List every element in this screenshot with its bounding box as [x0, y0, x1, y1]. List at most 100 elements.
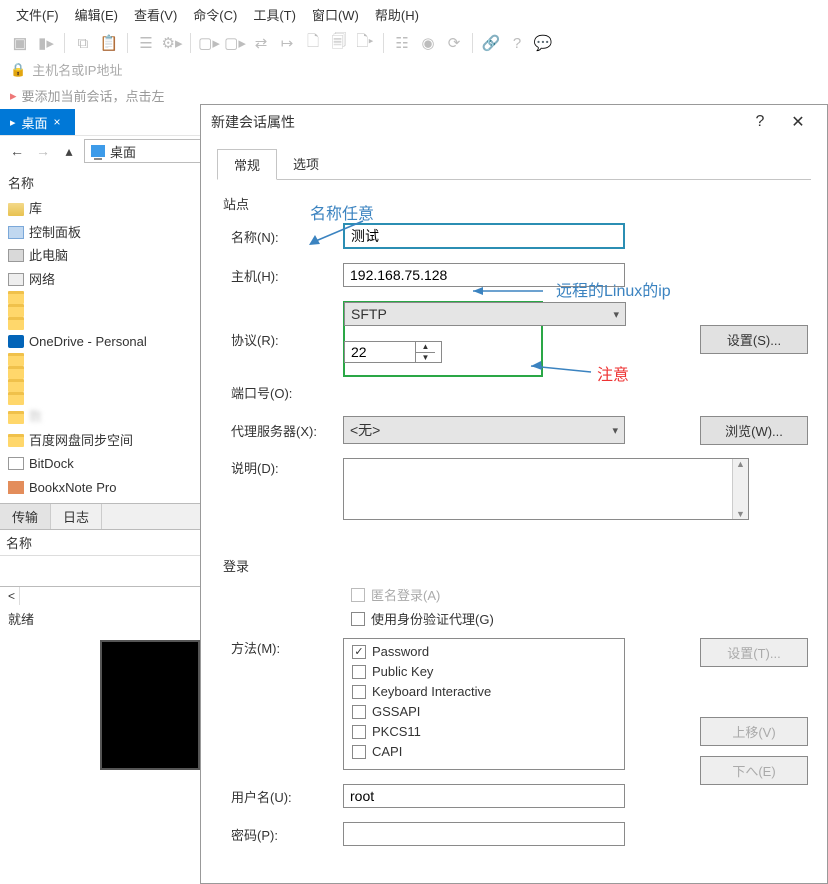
tab-options[interactable]: 选项: [277, 149, 335, 179]
docs-icon[interactable]: 🗐: [329, 33, 349, 53]
password-input[interactable]: [343, 822, 625, 846]
tree-item[interactable]: [4, 353, 194, 366]
tree-item[interactable]: 数: [4, 405, 194, 428]
help-button[interactable]: ?: [741, 113, 779, 131]
host-input[interactable]: [343, 263, 625, 287]
back-icon[interactable]: ←: [6, 140, 28, 162]
menu-help[interactable]: 帮助(H): [367, 2, 427, 27]
auth-method-item[interactable]: Public Key: [352, 664, 616, 679]
tree-item[interactable]: [4, 317, 194, 330]
tree-item[interactable]: BookxNote Pro: [4, 476, 194, 499]
chat-icon[interactable]: 💬: [533, 33, 553, 53]
menu-window[interactable]: 窗口(W): [304, 2, 367, 27]
checkbox-icon: [351, 588, 365, 602]
use-agent-check[interactable]: 使用身份验证代理(G): [351, 609, 805, 628]
tree-item[interactable]: [4, 304, 194, 317]
close-button[interactable]: ✕: [779, 112, 817, 132]
tree-item[interactable]: OneDrive - Personal: [4, 330, 194, 353]
send-icon[interactable]: ↦: [277, 33, 297, 53]
tree-item[interactable]: 库: [4, 197, 194, 220]
auth-method-label: Password: [372, 644, 429, 659]
tree-item-label: 此电脑: [29, 244, 68, 267]
row-protocol: 协议(R): SFTP ▾ ▲▼ 设置(S)...: [223, 301, 805, 377]
tree-item[interactable]: 控制面板: [4, 221, 194, 244]
tree-item[interactable]: [4, 291, 194, 304]
file-icon: [8, 481, 24, 494]
auth-method-item[interactable]: GSSAPI: [352, 704, 616, 719]
tree-item[interactable]: 网络: [4, 268, 194, 291]
label-method: 方法(M):: [223, 638, 343, 657]
close-icon[interactable]: ×: [54, 115, 61, 129]
file-tree: 名称 库控制面板此电脑网络 OneDrive - Personal 数百度网盘同…: [0, 166, 194, 503]
copy-icon[interactable]: ⧉: [73, 33, 93, 53]
desktop-tab[interactable]: ▸ 桌面 ×: [0, 109, 75, 135]
desktop-icon: [91, 145, 105, 157]
agent-label: 使用身份验证代理(G): [371, 609, 494, 628]
desc-textarea[interactable]: ▲▼: [343, 458, 749, 520]
new-icon[interactable]: ▣: [10, 33, 30, 53]
record-icon[interactable]: ▢▸: [225, 33, 245, 53]
forward-icon[interactable]: →: [32, 140, 54, 162]
file-icon: [8, 335, 24, 348]
paste-icon[interactable]: 📋: [99, 33, 119, 53]
label-username: 用户名(U):: [223, 787, 343, 806]
tab-transfer[interactable]: 传输: [0, 504, 51, 529]
terminal-panel[interactable]: [100, 640, 200, 770]
chevron-down-icon: ▾: [612, 424, 618, 437]
column-header-name[interactable]: 名称: [4, 170, 194, 197]
tree-item[interactable]: BitDock: [4, 452, 194, 475]
settings-button[interactable]: 设置(S)...: [700, 325, 808, 354]
separator: [190, 33, 191, 53]
anon-login-check[interactable]: 匿名登录(A): [351, 585, 805, 604]
path-label: 桌面: [110, 142, 136, 161]
row-host: 主机(H):: [223, 263, 805, 287]
auth-method-item[interactable]: CAPI: [352, 744, 616, 759]
tool-icon[interactable]: ☰: [136, 33, 156, 53]
tree-item[interactable]: 百度网盘同步空间: [4, 429, 194, 452]
link-icon[interactable]: 🔗: [481, 33, 501, 53]
help-icon[interactable]: ?: [507, 33, 527, 53]
auth-method-item[interactable]: ✓Password: [352, 644, 616, 659]
doc-icon[interactable]: 🗋: [303, 33, 323, 53]
dialog-tabs: 常规 选项: [217, 149, 811, 180]
auth-method-list[interactable]: ✓Password Public Key Keyboard Interactive G…: [343, 638, 625, 770]
list-icon[interactable]: ☷: [392, 33, 412, 53]
name-input[interactable]: [343, 223, 625, 249]
section-title-login: 登录: [223, 556, 805, 575]
up-icon[interactable]: ▴: [58, 140, 80, 162]
refresh-icon[interactable]: ⟳: [444, 33, 464, 53]
tab-general[interactable]: 常规: [217, 149, 277, 180]
menu-edit[interactable]: 编辑(E): [67, 2, 126, 27]
auth-method-item[interactable]: Keyboard Interactive: [352, 684, 616, 699]
tree-item[interactable]: [4, 379, 194, 392]
address-input[interactable]: 主机名或IP地址: [32, 60, 122, 79]
page-icon[interactable]: 🗋▸: [355, 33, 375, 53]
menu-view[interactable]: 查看(V): [126, 2, 185, 27]
move-down-button: 下へ(E): [700, 756, 808, 785]
tab-log[interactable]: 日志: [51, 504, 102, 529]
tree-item[interactable]: [4, 392, 194, 405]
file-icon: [8, 353, 24, 366]
swirl-icon[interactable]: ◉: [418, 33, 438, 53]
tree-item-label: 数: [29, 405, 42, 428]
scrollbar[interactable]: ▲▼: [732, 459, 748, 519]
protocol-select[interactable]: SFTP ▾: [344, 302, 626, 326]
transfer-icon[interactable]: ⇄: [251, 33, 271, 53]
gear-icon[interactable]: ⚙▸: [162, 33, 182, 53]
tree-item[interactable]: [4, 366, 194, 379]
menu-command[interactable]: 命令(C): [185, 2, 245, 27]
play-icon[interactable]: ▢▸: [199, 33, 219, 53]
chevron-down-icon: ▾: [613, 308, 619, 321]
menu-tools[interactable]: 工具(T): [245, 2, 304, 27]
file-icon: [8, 291, 24, 304]
username-input[interactable]: [343, 784, 625, 808]
proxy-select[interactable]: <无> ▾: [343, 416, 625, 444]
auth-method-item[interactable]: PKCS11: [352, 724, 616, 739]
tree-item[interactable]: 此电脑: [4, 244, 194, 267]
spin-buttons[interactable]: ▲▼: [415, 342, 435, 362]
browse-button[interactable]: 浏览(W)...: [700, 416, 808, 445]
folder-icon[interactable]: ▮▸: [36, 33, 56, 53]
menu-file[interactable]: 文件(F): [8, 2, 67, 27]
port-spinner[interactable]: ▲▼: [344, 341, 442, 363]
port-input[interactable]: [345, 342, 415, 362]
